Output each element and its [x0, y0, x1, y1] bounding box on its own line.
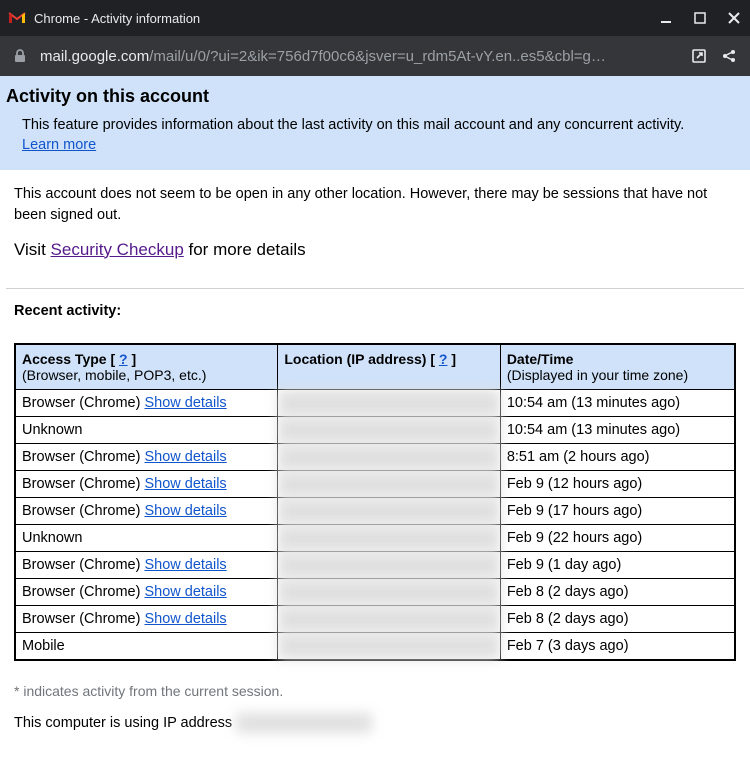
table-row: Browser (Chrome) Show detailsredactedFeb… — [15, 605, 735, 632]
access-cell: Browser (Chrome) Show details — [15, 605, 278, 632]
col-access-type: Access Type [ ? ] (Browser, mobile, POP3… — [15, 344, 278, 390]
session-footnote: * indicates activity from the current se… — [0, 661, 750, 707]
access-cell: Browser (Chrome) Show details — [15, 551, 278, 578]
minimize-button[interactable] — [658, 10, 674, 26]
location-cell: redacted — [278, 497, 500, 524]
session-status-text: This account does not seem to be open in… — [14, 184, 736, 226]
location-cell: redacted — [278, 605, 500, 632]
access-cell: Browser (Chrome) Show details — [15, 470, 278, 497]
location-cell: redacted — [278, 578, 500, 605]
url-text[interactable]: mail.google.com/mail/u/0/?ui=2&ik=756d7f… — [40, 48, 678, 65]
lock-icon[interactable] — [12, 48, 28, 64]
access-cell: Browser (Chrome) Show details — [15, 578, 278, 605]
gmail-icon — [8, 9, 26, 27]
banner: Activity on this account This feature pr… — [0, 76, 750, 170]
access-cell: Browser (Chrome) Show details — [15, 443, 278, 470]
show-details-link[interactable]: Show details — [144, 503, 226, 519]
security-checkup-link[interactable]: Security Checkup — [51, 240, 184, 259]
table-row: Browser (Chrome) Show detailsredactedFeb… — [15, 551, 735, 578]
location-cell: redacted — [278, 470, 500, 497]
datetime-cell: Feb 8 (2 days ago) — [500, 578, 735, 605]
show-details-link[interactable]: Show details — [144, 584, 226, 600]
window-controls — [658, 10, 742, 26]
show-details-link[interactable]: Show details — [144, 395, 226, 411]
ip-line: This computer is using IP address redact… — [0, 707, 750, 739]
datetime-cell: Feb 9 (1 day ago) — [500, 551, 735, 578]
location-cell: redacted — [278, 443, 500, 470]
ip-address-value: redacted ip address — [236, 713, 371, 733]
col-location: Location (IP address) [ ? ] — [278, 344, 500, 390]
access-cell: Browser (Chrome) Show details — [15, 389, 278, 416]
share-icon[interactable] — [720, 47, 738, 65]
recent-activity-label: Recent activity: — [0, 289, 750, 329]
close-button[interactable] — [726, 10, 742, 26]
activity-table: Access Type [ ? ] (Browser, mobile, POP3… — [14, 343, 736, 661]
datetime-cell: Feb 8 (2 days ago) — [500, 605, 735, 632]
learn-more-link[interactable]: Learn more — [22, 137, 96, 153]
table-row: Unknownredacted10:54 am (13 minutes ago) — [15, 416, 735, 443]
page-title: Activity on this account — [6, 86, 744, 107]
maximize-button[interactable] — [692, 10, 708, 26]
col-datetime: Date/Time (Displayed in your time zone) — [500, 344, 735, 390]
location-cell: redacted — [278, 416, 500, 443]
access-cell: Mobile — [15, 632, 278, 660]
datetime-cell: Feb 9 (17 hours ago) — [500, 497, 735, 524]
location-cell: redacted — [278, 632, 500, 660]
location-cell: redacted — [278, 524, 500, 551]
address-bar: mail.google.com/mail/u/0/?ui=2&ik=756d7f… — [0, 36, 750, 76]
open-external-icon[interactable] — [690, 47, 708, 65]
visit-line: Visit Security Checkup for more details — [14, 240, 736, 260]
access-cell: Unknown — [15, 524, 278, 551]
table-row: Browser (Chrome) Show detailsredacted10:… — [15, 389, 735, 416]
access-cell: Unknown — [15, 416, 278, 443]
show-details-link[interactable]: Show details — [144, 476, 226, 492]
url-host: mail.google.com — [40, 48, 149, 65]
show-details-link[interactable]: Show details — [144, 611, 226, 627]
table-row: MobileredactedFeb 7 (3 days ago) — [15, 632, 735, 660]
show-details-link[interactable]: Show details — [144, 449, 226, 465]
window-title: Chrome - Activity information — [34, 11, 658, 26]
datetime-cell: 8:51 am (2 hours ago) — [500, 443, 735, 470]
url-path: /mail/u/0/?ui=2&ik=756d7f00c6&jsver=u_rd… — [149, 48, 606, 65]
access-help-link[interactable]: ? — [119, 351, 128, 367]
table-row: Browser (Chrome) Show detailsredactedFeb… — [15, 578, 735, 605]
banner-description: This feature provides information about … — [22, 117, 684, 133]
datetime-cell: 10:54 am (13 minutes ago) — [500, 416, 735, 443]
table-row: UnknownredactedFeb 9 (22 hours ago) — [15, 524, 735, 551]
show-details-link[interactable]: Show details — [144, 557, 226, 573]
table-row: Browser (Chrome) Show detailsredactedFeb… — [15, 470, 735, 497]
datetime-cell: Feb 9 (12 hours ago) — [500, 470, 735, 497]
datetime-cell: 10:54 am (13 minutes ago) — [500, 389, 735, 416]
datetime-cell: Feb 7 (3 days ago) — [500, 632, 735, 660]
window-titlebar: Chrome - Activity information — [0, 0, 750, 36]
datetime-cell: Feb 9 (22 hours ago) — [500, 524, 735, 551]
table-row: Browser (Chrome) Show detailsredacted8:5… — [15, 443, 735, 470]
location-cell: redacted — [278, 551, 500, 578]
table-row: Browser (Chrome) Show detailsredactedFeb… — [15, 497, 735, 524]
access-cell: Browser (Chrome) Show details — [15, 497, 278, 524]
location-cell: redacted — [278, 389, 500, 416]
